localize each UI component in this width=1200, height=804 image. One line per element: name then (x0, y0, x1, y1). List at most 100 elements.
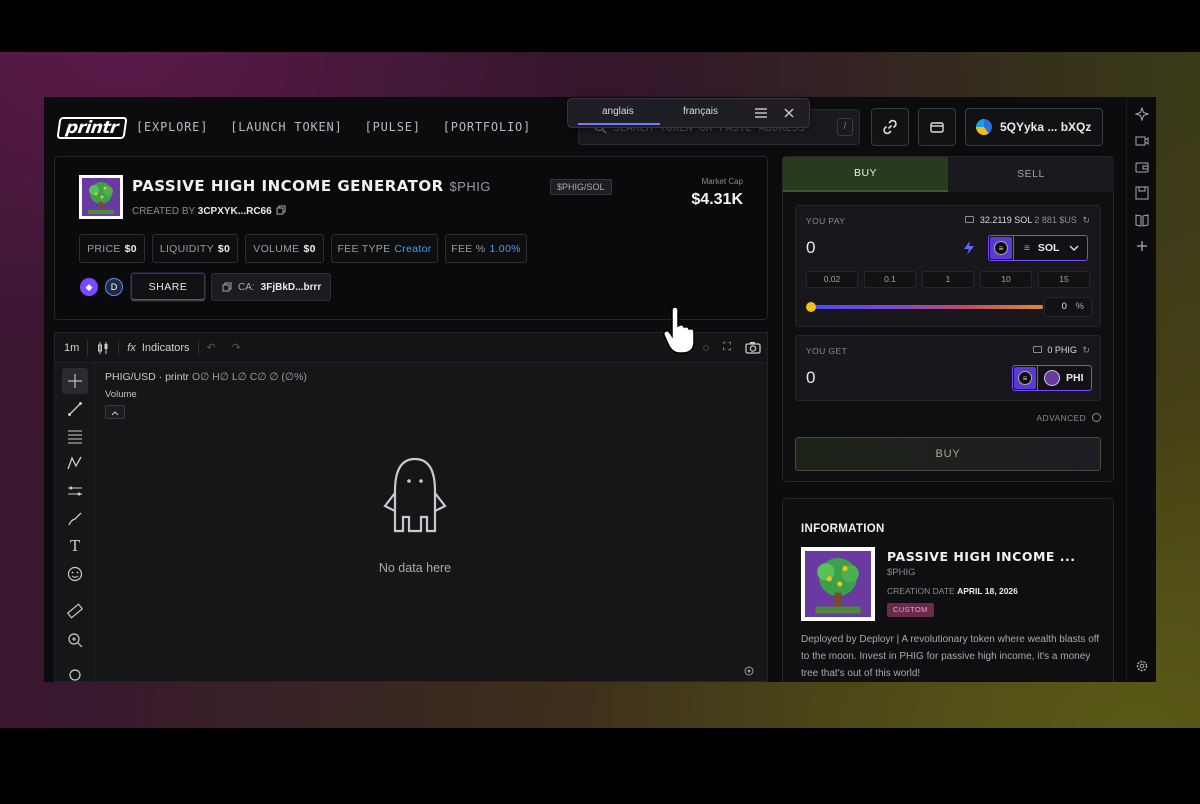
copy-icon[interactable] (276, 205, 286, 215)
token-image (79, 175, 123, 219)
nav-link-portfolio[interactable]: [PORTFOLIO] (443, 120, 531, 134)
fib-retracement-icon[interactable] (67, 428, 83, 444)
pattern-icon[interactable] (67, 455, 83, 471)
token-name: PASSIVE HIGH INCOME GENERATOR $PHIG (132, 177, 491, 195)
wallet-icon (930, 122, 944, 133)
wallet-address-button[interactable]: 5QYyka ... bXQz (965, 108, 1103, 146)
ca-value: 3FjBkD...brrr (260, 281, 322, 293)
quick-amount-button[interactable]: 10 (980, 271, 1032, 288)
stat-label: LIQUIDITY (159, 242, 214, 255)
refresh-icon[interactable]: ↻ (1082, 215, 1090, 225)
link-icon (883, 119, 897, 135)
nav-link-pulse[interactable]: [PULSE] (365, 120, 421, 134)
get-amount-input[interactable] (806, 366, 926, 390)
pay-token-symbol: SOL (1037, 242, 1060, 254)
you-get-label: YOU GET (806, 346, 848, 356)
percent-input[interactable]: 0 % (1044, 297, 1092, 317)
divider (197, 339, 199, 356)
money-tree-icon (805, 551, 871, 617)
advanced-settings-toggle[interactable]: ADVANCED (1036, 413, 1101, 423)
source-language[interactable]: anglais (602, 106, 634, 117)
candle-type-icon[interactable] (96, 341, 110, 355)
hamburger-icon[interactable] (754, 107, 768, 119)
trend-line-icon[interactable] (67, 401, 83, 417)
quick-amount-button[interactable]: 0.1 (864, 271, 916, 288)
target-language[interactable]: français (683, 106, 718, 117)
ruler-icon[interactable] (67, 603, 83, 619)
tab-sell[interactable]: SELL (948, 157, 1114, 192)
info-token-name: PASSIVE HIGH INCOME ... (887, 549, 1076, 564)
fullscreen-icon[interactable]: ⛶ (723, 341, 731, 354)
share-button[interactable]: SHARE (131, 273, 205, 301)
stat-value: Creator (394, 242, 432, 255)
redo-icon[interactable]: ↷ (232, 341, 241, 354)
pay-amount-input[interactable] (806, 236, 926, 260)
volume-label: Volume (105, 389, 137, 400)
nav-link-launch-token[interactable]: [LAUNCH TOKEN] (230, 120, 342, 134)
swap-mode-icon: ≡ (1014, 367, 1036, 389)
stat-value: $0 (124, 242, 137, 255)
chevron-right-circle-icon (1092, 413, 1101, 422)
divider (1013, 235, 1014, 261)
quick-amount-button[interactable]: 0.02 (806, 271, 858, 288)
right-rail (1126, 97, 1156, 682)
camera-icon[interactable] (745, 341, 761, 354)
divider (87, 339, 89, 356)
quick-amount-button[interactable]: 15 (1038, 271, 1090, 288)
close-icon[interactable] (784, 108, 794, 118)
pay-token-selector[interactable]: ≡ ≡ SOL (988, 235, 1088, 261)
undo-icon[interactable]: ↶ (207, 341, 216, 354)
stat-value: $0 (303, 242, 316, 255)
indicators-button[interactable]: Indicators (142, 342, 190, 354)
tab-buy[interactable]: BUY (783, 157, 948, 192)
emoji-icon[interactable] (67, 566, 83, 582)
contract-address-button[interactable]: CA: 3FjBkD...brrr (211, 273, 331, 301)
collapse-legend-button[interactable] (105, 405, 125, 419)
token-header-panel: PASSIVE HIGH INCOME GENERATOR $PHIG $PHI… (54, 156, 768, 320)
get-token-selector[interactable]: ≡ PHI (1012, 365, 1092, 391)
amount-slider-handle[interactable] (806, 302, 816, 312)
settings-icon[interactable]: ◌ (703, 342, 710, 354)
token-image-large (801, 547, 875, 621)
buy-submit-button[interactable]: BUY (795, 437, 1101, 471)
chart-settings-icon[interactable] (743, 665, 755, 677)
chart-area[interactable]: T PHIG/USD · printr O∅ H∅ L∅ C∅ ∅ (∅%) V… (54, 362, 768, 682)
prediction-icon[interactable] (67, 483, 83, 499)
video-icon[interactable] (1135, 134, 1149, 148)
crosshair-icon[interactable] (67, 373, 83, 389)
active-language-indicator (578, 123, 660, 125)
phig-token-icon (1044, 370, 1060, 386)
advanced-label: ADVANCED (1036, 413, 1087, 423)
ca-label: CA: (238, 281, 255, 293)
social-link-icon[interactable]: ◆ (80, 278, 98, 296)
copy-link-button[interactable] (871, 108, 909, 146)
magnet-icon[interactable] (67, 667, 83, 682)
quick-amount-button[interactable]: 1 (922, 271, 974, 288)
pay-balance: 32.2119 SOL 2 881 $US ↻ (965, 215, 1090, 226)
book-icon[interactable] (1135, 213, 1149, 227)
divider (1037, 365, 1038, 391)
lightning-icon[interactable] (962, 240, 976, 256)
sparkle-icon[interactable] (1135, 107, 1149, 121)
chevron-up-icon (111, 411, 119, 416)
plus-icon[interactable] (1135, 239, 1149, 253)
percent-sign: % (1075, 301, 1084, 312)
dexscreener-icon[interactable]: D (105, 278, 123, 296)
save-icon[interactable] (1135, 186, 1149, 200)
nav-link-explore[interactable]: [EXPLORE] (136, 120, 208, 134)
wallet-button[interactable] (918, 108, 956, 146)
amount-slider-track[interactable] (811, 305, 1043, 309)
printr-logo[interactable]: printr (56, 117, 128, 139)
divider (118, 339, 120, 356)
get-balance: 0 PHIG ↻ (1032, 345, 1090, 356)
gear-icon[interactable] (1135, 659, 1149, 673)
no-data-text: No data here (378, 561, 452, 575)
wallet-icon[interactable] (1135, 160, 1149, 174)
sol-icon: ≡ (1024, 242, 1030, 254)
brush-icon[interactable] (67, 511, 83, 527)
refresh-icon[interactable]: ↻ (1082, 345, 1090, 355)
interval-selector[interactable]: 1m (64, 342, 79, 354)
creator-address[interactable]: 3CPXYK...RC66 (198, 206, 272, 217)
zoom-in-icon[interactable] (67, 632, 83, 648)
text-tool-icon[interactable]: T (67, 538, 83, 554)
